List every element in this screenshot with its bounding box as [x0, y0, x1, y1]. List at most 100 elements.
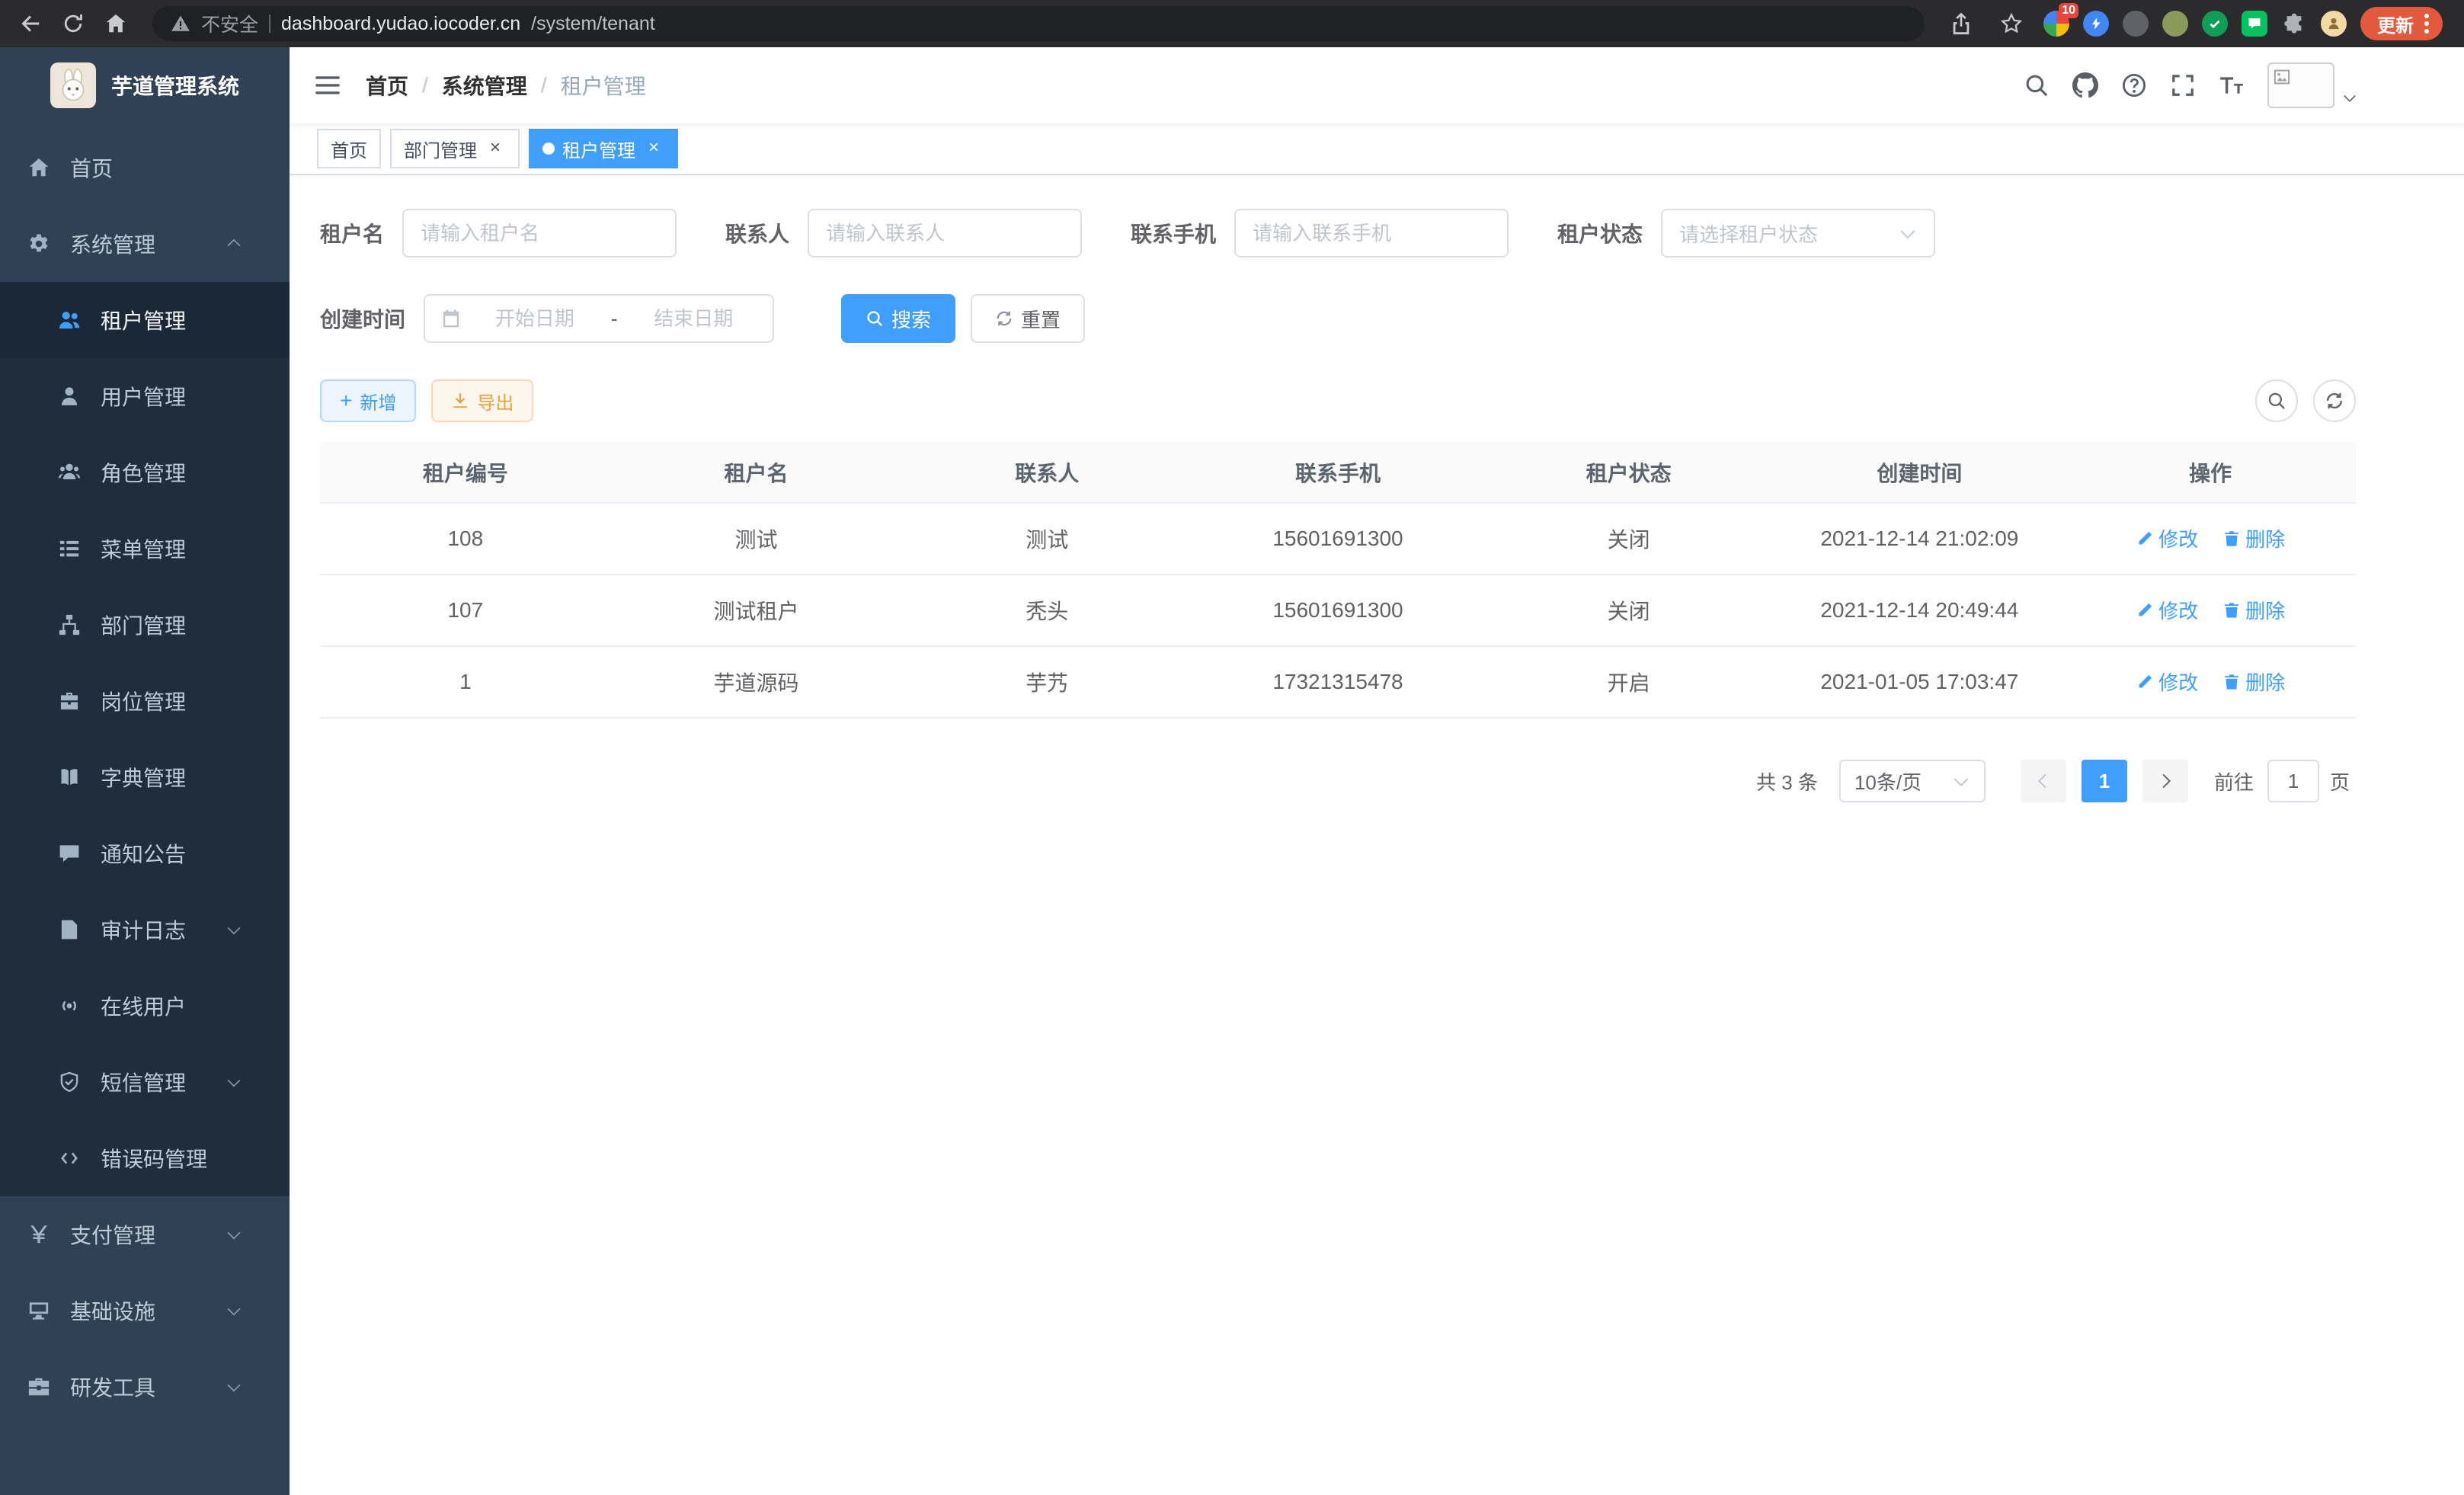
- chevron-down-icon: [1952, 772, 1970, 790]
- search-icon: [2024, 72, 2050, 98]
- sidebar-item-role[interactable]: 角色管理: [0, 434, 290, 511]
- cell-contact: 测试: [901, 503, 1192, 575]
- edit-link[interactable]: 修改: [2136, 596, 2198, 624]
- breadcrumb-separator: /: [541, 73, 547, 98]
- bookmark-star-button[interactable]: [1993, 5, 2030, 42]
- fullscreen-button[interactable]: [2170, 72, 2196, 98]
- tab-tenant[interactable]: 租户管理 ×: [529, 129, 678, 168]
- extension-colorwheel-icon[interactable]: 10: [2043, 11, 2069, 37]
- active-tab-dot: [542, 142, 555, 155]
- breadcrumb-system[interactable]: 系统管理: [442, 70, 527, 101]
- tab-dept[interactable]: 部门管理 ×: [390, 129, 520, 168]
- delete-link[interactable]: 删除: [2222, 524, 2285, 552]
- user-avatar-dropdown[interactable]: [2267, 62, 2357, 108]
- edit-link[interactable]: 修改: [2136, 667, 2198, 696]
- tool-icon: [27, 1375, 50, 1398]
- browser-reload-button[interactable]: [55, 5, 91, 42]
- sidebar-logo[interactable]: 芋道管理系统: [0, 47, 290, 123]
- add-button[interactable]: + 新增: [320, 379, 416, 422]
- cell-phone: 15601691300: [1192, 575, 1483, 646]
- tab-home[interactable]: 首页: [317, 129, 381, 168]
- profile-avatar-icon[interactable]: [2321, 11, 2347, 37]
- sidebar-item-user[interactable]: 用户管理: [0, 358, 290, 434]
- contact-input[interactable]: [826, 222, 1064, 245]
- breadcrumb-home[interactable]: 首页: [366, 70, 408, 101]
- reset-button[interactable]: 重置: [971, 294, 1085, 343]
- sidebar-item-notice[interactable]: 通知公告: [0, 815, 290, 892]
- page-1-button[interactable]: 1: [2082, 760, 2127, 802]
- cell-created-time: 2021-12-14 20:49:44: [1774, 575, 2066, 646]
- goto-page-input[interactable]: [2267, 760, 2319, 802]
- next-page-button[interactable]: [2142, 760, 2188, 802]
- page-size-select[interactable]: 10条/页: [1839, 760, 1986, 802]
- sidebar-item-menu[interactable]: 菜单管理: [0, 511, 290, 587]
- sidebar-item-error-code[interactable]: 错误码管理: [0, 1120, 290, 1196]
- sidebar-item-audit-log[interactable]: 审计日志: [0, 892, 290, 968]
- chevron-left-icon: [2034, 772, 2053, 790]
- log-icon: [58, 918, 81, 941]
- toggle-search-button[interactable]: [2255, 379, 2298, 422]
- back-arrow-icon: [19, 12, 42, 35]
- cell-tenant-name: 测试租户: [611, 575, 902, 646]
- sidebar-item-tenant[interactable]: 租户管理: [0, 282, 290, 358]
- sidebar-item-dept[interactable]: 部门管理: [0, 587, 290, 663]
- tenant-name-input[interactable]: [421, 222, 658, 245]
- browser-home-button[interactable]: [98, 5, 134, 42]
- sidebar-item-label: 部门管理: [101, 610, 186, 640]
- extension-wechat-icon[interactable]: [2242, 11, 2267, 37]
- sidebar-item-system[interactable]: 系统管理: [0, 206, 290, 282]
- sidebar-item-pay[interactable]: 支付管理: [0, 1196, 290, 1273]
- sidebar-item-dev-tool[interactable]: 研发工具: [0, 1349, 290, 1425]
- cell-created-time: 2021-12-14 21:02:09: [1774, 503, 2066, 575]
- github-icon: [2072, 72, 2098, 98]
- extension-olive-icon[interactable]: [2162, 11, 2188, 37]
- sidebar-item-sms[interactable]: 短信管理: [0, 1044, 290, 1120]
- font-size-icon: [2219, 72, 2245, 98]
- sidebar-item-online-user[interactable]: 在线用户: [0, 968, 290, 1044]
- menu-fold-button[interactable]: [314, 72, 341, 99]
- chevron-down-icon: [226, 921, 242, 938]
- address-bar[interactable]: 不安全 dashboard.yudao.iocoder.cn/system/te…: [152, 6, 1925, 41]
- extensions-puzzle-icon[interactable]: [2281, 11, 2307, 37]
- header-search-button[interactable]: [2024, 72, 2050, 98]
- cell-status: 开启: [1483, 646, 1774, 718]
- refresh-table-button[interactable]: [2313, 379, 2356, 422]
- infra-icon: [27, 1299, 50, 1322]
- phone-input[interactable]: [1253, 222, 1490, 245]
- delete-icon: [2222, 673, 2241, 691]
- breadcrumb: 首页 / 系统管理 / 租户管理: [366, 70, 646, 101]
- goto-label: 前往: [2214, 767, 2254, 796]
- delete-link[interactable]: 删除: [2222, 667, 2285, 696]
- font-size-button[interactable]: [2219, 72, 2245, 98]
- sidebar-item-home[interactable]: 首页: [0, 130, 290, 206]
- tenant-table: 租户编号 租户名 联系人 联系手机 租户状态 创建时间 操作 108测试测试15…: [320, 442, 2356, 719]
- menu-icon: [58, 537, 81, 560]
- browser-back-button[interactable]: [12, 5, 49, 42]
- breadcrumb-separator: /: [422, 73, 428, 98]
- sidebar-item-dict[interactable]: 字典管理: [0, 739, 290, 815]
- date-range-picker[interactable]: -: [424, 294, 774, 343]
- browser-update-button[interactable]: 更新: [2360, 7, 2443, 40]
- prev-page-button[interactable]: [2021, 760, 2066, 802]
- tab-close-icon[interactable]: ×: [643, 138, 664, 159]
- chevron-down-icon: [226, 1302, 242, 1319]
- status-select[interactable]: 请选择租户状态: [1661, 209, 1935, 258]
- date-end-input[interactable]: [629, 307, 757, 331]
- search-button[interactable]: 搜索: [841, 294, 955, 343]
- sidebar-item-post[interactable]: 岗位管理: [0, 663, 290, 739]
- delete-link[interactable]: 删除: [2222, 596, 2285, 624]
- edit-link[interactable]: 修改: [2136, 524, 2198, 552]
- github-button[interactable]: [2072, 72, 2098, 98]
- extension-green-icon[interactable]: [2202, 11, 2228, 37]
- page-unit-label: 页: [2330, 767, 2350, 796]
- extension-blue-icon[interactable]: [2083, 11, 2109, 37]
- reset-button-label: 重置: [1021, 305, 1061, 333]
- date-start-input[interactable]: [471, 307, 599, 331]
- share-button[interactable]: [1943, 5, 1979, 42]
- sidebar-item-infra[interactable]: 基础设施: [0, 1273, 290, 1349]
- export-button[interactable]: 导出: [431, 379, 533, 422]
- tab-close-icon[interactable]: ×: [485, 138, 506, 159]
- extension-gray-icon[interactable]: [2123, 11, 2149, 37]
- tenant-page: 租户名 联系人 联系手机 租户状态 请选择租户状态: [290, 175, 2464, 1495]
- help-button[interactable]: [2121, 72, 2147, 98]
